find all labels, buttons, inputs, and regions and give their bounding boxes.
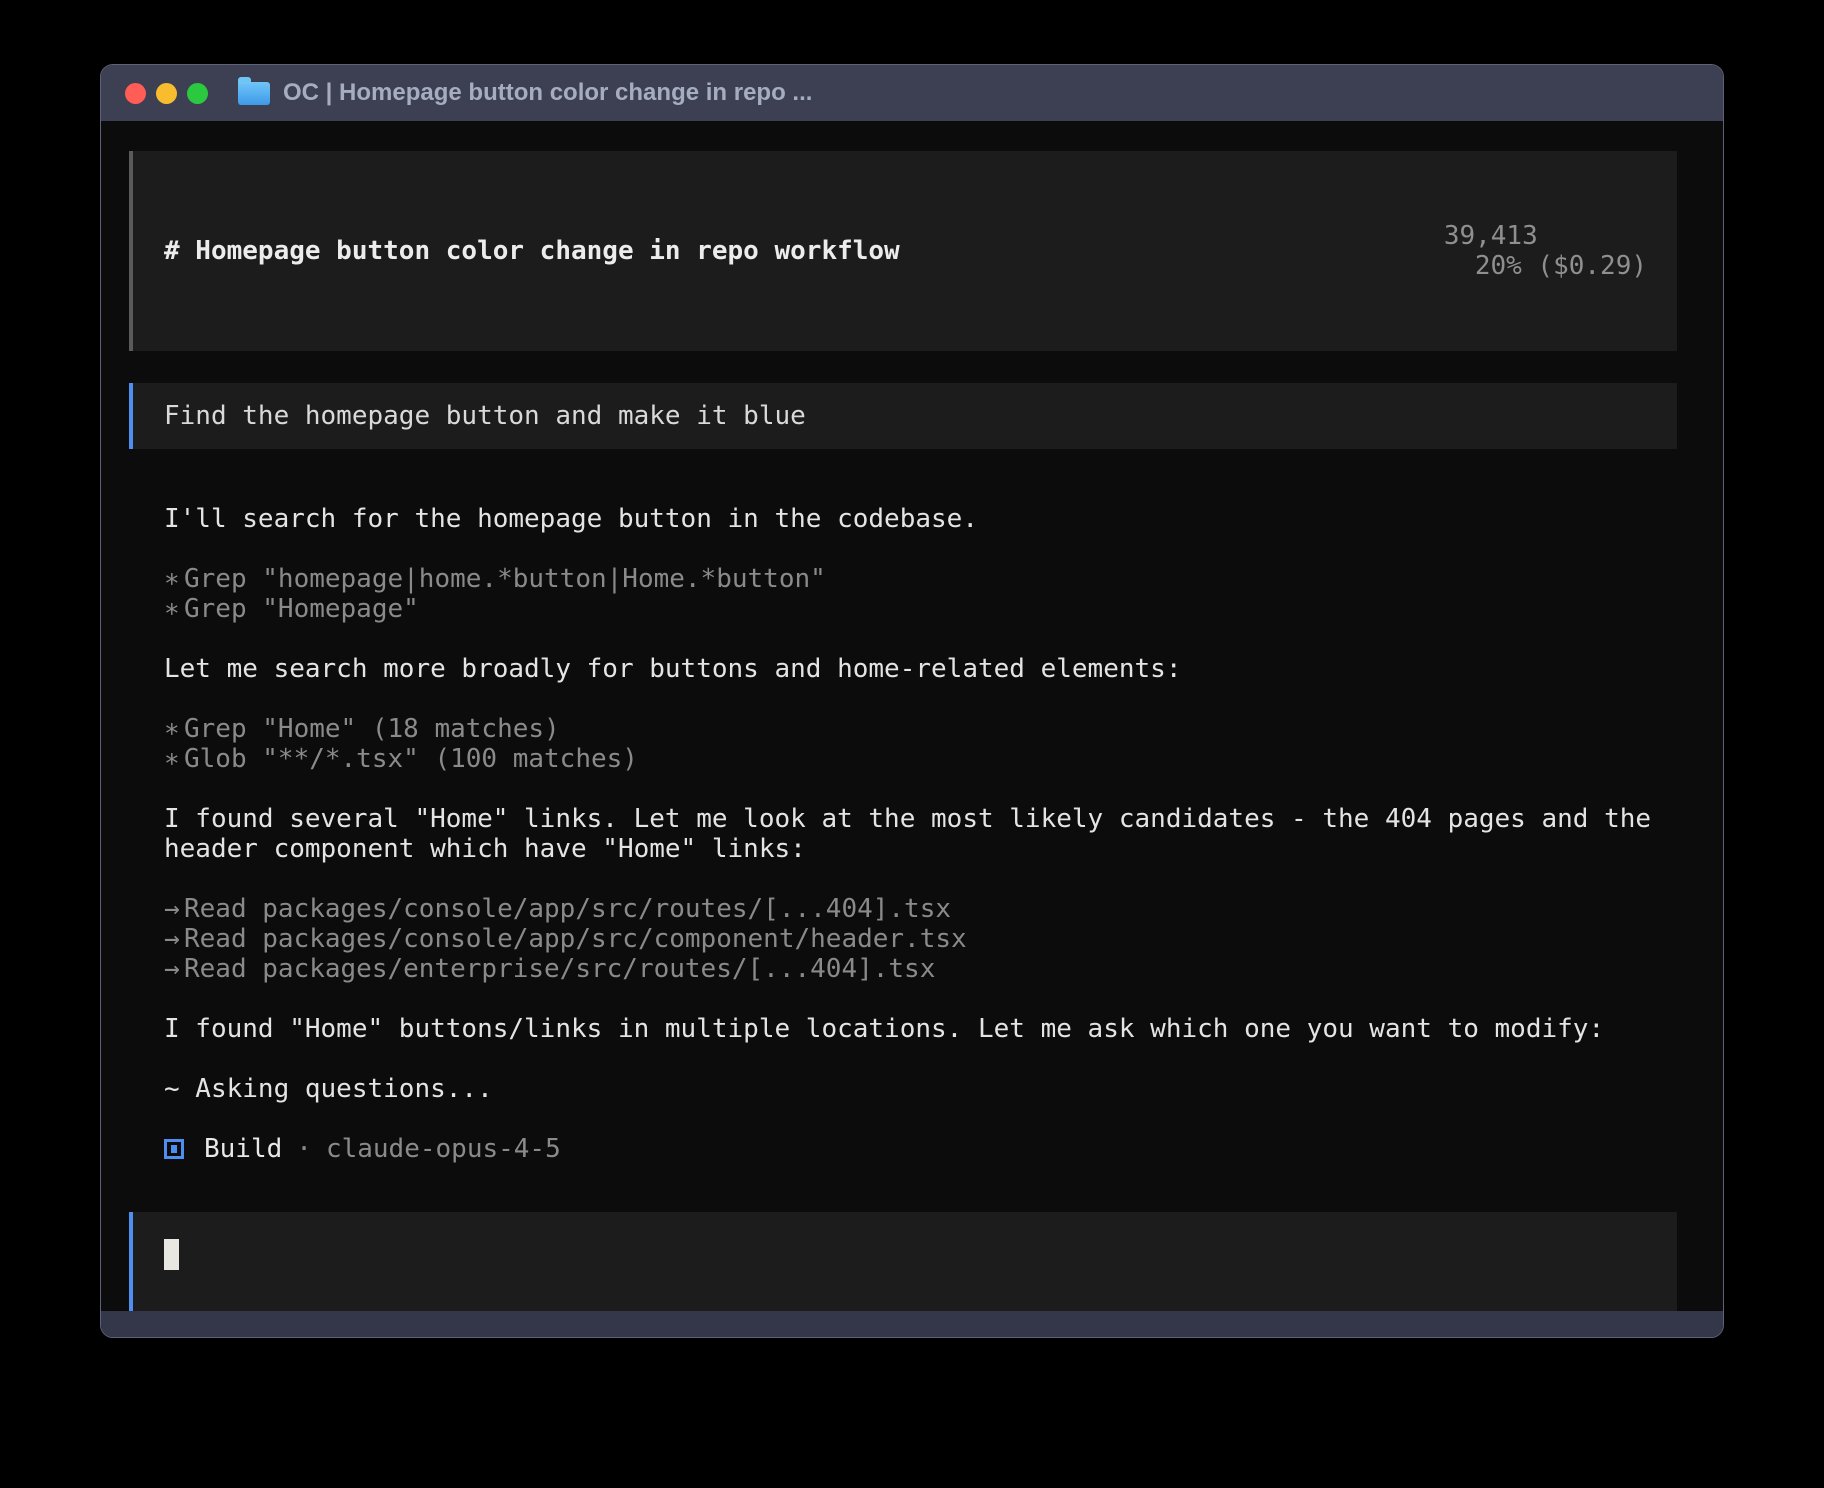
tool-call-read: →Read packages/console/app/src/component… — [164, 924, 1677, 954]
tool-call-glob: ∗Glob "**/*.tsx" (100 matches) — [164, 744, 1677, 774]
assistant-paragraph: I found several "Home" links. Let me loo… — [164, 804, 1677, 864]
tool-call-label: Grep "homepage|home.*button|Home.*button… — [184, 564, 826, 594]
arrow-right-icon: → — [164, 894, 184, 924]
asterisk-icon: ∗ — [164, 714, 184, 744]
tool-call-label: Grep "Homepage" — [184, 594, 419, 624]
window-bottom-frame — [101, 1311, 1723, 1337]
text-cursor — [164, 1239, 179, 1270]
tool-call-grep: ∗Grep "Homepage" — [164, 594, 1677, 624]
tool-call-grep: ∗Grep "homepage|home.*button|Home.*butto… — [164, 564, 1677, 594]
tool-call-group: →Read packages/console/app/src/routes/[.… — [164, 894, 1677, 984]
agent-status-line: Build · claude-opus-4-5 — [164, 1134, 1677, 1164]
token-count: 39,413 — [1444, 221, 1538, 251]
asterisk-icon: ∗ — [164, 564, 184, 594]
tool-call-label: Glob "**/*.tsx" (100 matches) — [184, 744, 638, 774]
terminal-window: OC | Homepage button color change in rep… — [100, 64, 1724, 1338]
context-usage: 20% ($0.29) — [1475, 251, 1647, 281]
separator-dot: · — [296, 1134, 312, 1164]
arrow-right-icon: → — [164, 954, 184, 984]
window-controls — [125, 83, 208, 104]
assistant-paragraph: I'll search for the homepage button in t… — [164, 504, 1677, 534]
asterisk-icon: ∗ — [164, 594, 184, 624]
terminal-content: # Homepage button color change in repo w… — [101, 121, 1723, 1311]
assistant-working-status: ~ Asking questions... — [164, 1074, 1677, 1104]
assistant-transcript: I'll search for the homepage button in t… — [129, 504, 1677, 1164]
assistant-paragraph: I found "Home" buttons/links in multiple… — [164, 1014, 1677, 1044]
model-name: claude-opus-4-5 — [326, 1134, 561, 1164]
user-message: Find the homepage button and make it blu… — [129, 383, 1677, 449]
tool-call-label: Read packages/console/app/src/routes/[..… — [184, 894, 951, 924]
tool-call-read: →Read packages/console/app/src/routes/[.… — [164, 894, 1677, 924]
asterisk-icon: ∗ — [164, 744, 184, 774]
tool-call-grep: ∗Grep "Home" (18 matches) — [164, 714, 1677, 744]
prompt-input[interactable]: Build Claude Opus 4.5 OpenCode Zen — [129, 1212, 1677, 1311]
input-meta: Build Claude Opus 4.5 OpenCode Zen — [164, 1297, 1647, 1311]
minimize-button[interactable] — [156, 83, 177, 104]
session-header: # Homepage button color change in repo w… — [129, 151, 1677, 351]
close-button[interactable] — [125, 83, 146, 104]
session-title: # Homepage button color change in repo w… — [164, 236, 900, 266]
folder-icon — [238, 82, 270, 105]
tool-call-label: Read packages/enterprise/src/routes/[...… — [184, 954, 935, 984]
zoom-button[interactable] — [187, 83, 208, 104]
tool-call-group: ∗Grep "homepage|home.*button|Home.*butto… — [164, 564, 1677, 624]
window-title: OC | Homepage button color change in rep… — [283, 79, 812, 107]
tool-call-read: →Read packages/enterprise/src/routes/[..… — [164, 954, 1677, 984]
arrow-right-icon: → — [164, 924, 184, 954]
tool-call-label: Grep "Home" (18 matches) — [184, 714, 560, 744]
agent-name: Build — [204, 1134, 282, 1164]
user-message-text: Find the homepage button and make it blu… — [164, 401, 806, 431]
titlebar[interactable]: OC | Homepage button color change in rep… — [101, 65, 1723, 121]
session-stats: 39,413 20% ($0.29) — [1319, 191, 1647, 311]
tool-call-group: ∗Grep "Home" (18 matches) ∗Glob "**/*.ts… — [164, 714, 1677, 774]
assistant-paragraph: Let me search more broadly for buttons a… — [164, 654, 1677, 684]
agent-badge-icon — [164, 1139, 184, 1159]
tool-call-label: Read packages/console/app/src/component/… — [184, 924, 967, 954]
